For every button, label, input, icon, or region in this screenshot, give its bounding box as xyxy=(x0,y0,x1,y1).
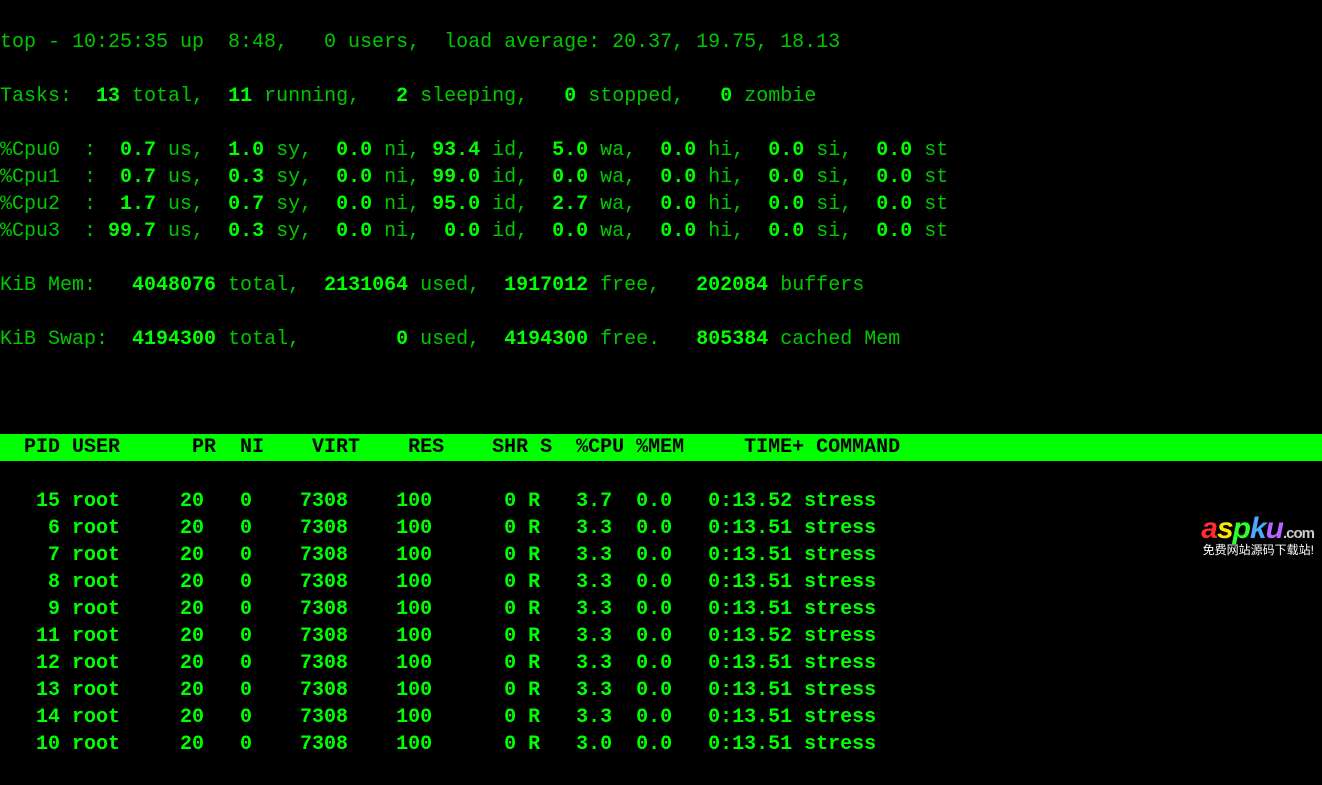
mem-line: KiB Mem: 4048076 total, 2131064 used, 19… xyxy=(0,272,1322,299)
mem-buffers: 202084 xyxy=(696,274,768,297)
blank-line xyxy=(0,380,1322,407)
tasks-zombie: 0 xyxy=(720,85,732,108)
swap-used: 0 xyxy=(396,328,408,351)
swap-cached: 805384 xyxy=(696,328,768,351)
process-row: 9 root 20 0 7308 100 0 R 3.3 0.0 0:13.51… xyxy=(0,596,1322,623)
watermark-tagline: 免费网站源码下载站! xyxy=(1201,544,1314,557)
mem-free: 1917012 xyxy=(504,274,588,297)
process-row: 7 root 20 0 7308 100 0 R 3.3 0.0 0:13.51… xyxy=(0,542,1322,569)
tasks-running: 11 xyxy=(228,85,252,108)
tasks-line: Tasks: 13 total, 11 running, 2 sleeping,… xyxy=(0,83,1322,110)
tasks-label: Tasks: xyxy=(0,85,72,108)
mem-label: KiB Mem: xyxy=(0,274,96,297)
process-row: 6 root 20 0 7308 100 0 R 3.3 0.0 0:13.51… xyxy=(0,515,1322,542)
process-row: 15 root 20 0 7308 100 0 R 3.7 0.0 0:13.5… xyxy=(0,488,1322,515)
watermark-brand: aspku.com xyxy=(1201,513,1314,545)
process-row: 8 root 20 0 7308 100 0 R 3.3 0.0 0:13.51… xyxy=(0,569,1322,596)
cpu-line-2: %Cpu2 : 1.7 us, 0.7 sy, 0.0 ni, 95.0 id,… xyxy=(0,191,1322,218)
mem-total: 4048076 xyxy=(132,274,216,297)
swap-total: 4194300 xyxy=(132,328,216,351)
tasks-stopped: 0 xyxy=(564,85,576,108)
process-row: 13 root 20 0 7308 100 0 R 3.3 0.0 0:13.5… xyxy=(0,677,1322,704)
process-row: 14 root 20 0 7308 100 0 R 3.3 0.0 0:13.5… xyxy=(0,704,1322,731)
process-header: PID USER PR NI VIRT RES SHR S %CPU %MEM … xyxy=(0,434,1322,461)
top-summary-line: top - 10:25:35 up 8:48, 0 users, load av… xyxy=(0,29,1322,56)
process-row: 12 root 20 0 7308 100 0 R 3.3 0.0 0:13.5… xyxy=(0,650,1322,677)
process-row: 11 root 20 0 7308 100 0 R 3.3 0.0 0:13.5… xyxy=(0,623,1322,650)
process-row: 10 root 20 0 7308 100 0 R 3.0 0.0 0:13.5… xyxy=(0,731,1322,758)
watermark: aspku.com 免费网站源码下载站! xyxy=(1201,513,1314,557)
mem-used: 2131064 xyxy=(324,274,408,297)
tasks-total: 13 xyxy=(96,85,120,108)
swap-free: 4194300 xyxy=(504,328,588,351)
cpu-line-0: %Cpu0 : 0.7 us, 1.0 sy, 0.0 ni, 93.4 id,… xyxy=(0,137,1322,164)
swap-label: KiB Swap: xyxy=(0,328,108,351)
tasks-sleeping: 2 xyxy=(396,85,408,108)
cpu-line-1: %Cpu1 : 0.7 us, 0.3 sy, 0.0 ni, 99.0 id,… xyxy=(0,164,1322,191)
terminal-output[interactable]: top - 10:25:35 up 8:48, 0 users, load av… xyxy=(0,0,1322,785)
swap-line: KiB Swap: 4194300 total, 0 used, 4194300… xyxy=(0,326,1322,353)
cpu-line-3: %Cpu3 : 99.7 us, 0.3 sy, 0.0 ni, 0.0 id,… xyxy=(0,218,1322,245)
